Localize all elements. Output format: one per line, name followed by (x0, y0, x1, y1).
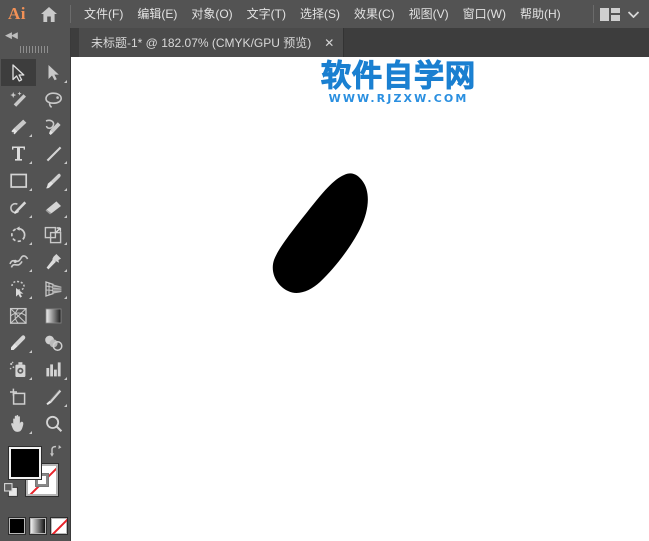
lasso-icon (45, 91, 63, 108)
paintbrush-icon (45, 173, 61, 188)
menu-effect[interactable]: 效果(C) (347, 0, 402, 28)
free-transform-tool[interactable] (36, 248, 71, 275)
tools-panel: ◀◀ (0, 28, 71, 541)
rotate-tool[interactable] (1, 221, 36, 248)
artboard-canvas[interactable]: 软件自学网 WWW.RJZXW.COM (71, 57, 649, 541)
magic-wand-tool[interactable] (1, 86, 36, 113)
fill-stroke-section (0, 443, 70, 515)
workspace-layout-icon (600, 7, 620, 21)
slice-tool[interactable] (36, 383, 71, 410)
menu-object[interactable]: 对象(O) (184, 0, 239, 28)
eraser-tool[interactable] (36, 194, 71, 221)
shape-builder-icon (10, 280, 25, 298)
zoom-tool[interactable] (36, 410, 71, 437)
watermark: 软件自学网 WWW.RJZXW.COM (321, 60, 476, 105)
menu-window[interactable]: 窗口(W) (456, 0, 513, 28)
menu-type[interactable]: 文字(T) (240, 0, 293, 28)
swap-arrow-icon[interactable] (49, 444, 62, 462)
gradient-tool[interactable] (36, 302, 71, 329)
color-mode-button[interactable] (8, 517, 26, 535)
app-logo: Ai (8, 4, 26, 23)
collapse-panel-icon[interactable]: ◀◀ (0, 28, 70, 42)
watermark-title: 软件自学网 (321, 59, 476, 94)
gradient-mode-button[interactable] (29, 517, 47, 535)
menu-help[interactable]: 帮助(H) (513, 0, 568, 28)
mesh-tool[interactable] (1, 302, 36, 329)
tool-grid (0, 59, 70, 437)
gradient-icon (45, 308, 62, 323)
bar-graph-icon (45, 362, 61, 377)
hand-icon (11, 414, 24, 432)
eyedropper-icon (10, 334, 25, 350)
menu-file[interactable]: 文件(F) (77, 0, 130, 28)
rectangle-icon (9, 173, 27, 188)
magic-wand-icon (9, 91, 26, 107)
width-warp-icon (8, 255, 28, 268)
paintbrush-tool[interactable] (36, 167, 71, 194)
symbol-sprayer-icon (9, 361, 26, 377)
mesh-icon (9, 307, 27, 324)
document-tab-bar: 未标题-1* @ 182.07% (CMYK/GPU 预览) ✕ (71, 28, 649, 57)
column-graph-tool[interactable] (36, 356, 71, 383)
pen-tool[interactable] (1, 113, 36, 140)
rectangle-tool[interactable] (1, 167, 36, 194)
illustrator-window: Ai 文件(F) 编辑(E) 对象(O) 文字(T) 选择(S) 效果(C) 视… (0, 0, 649, 541)
black-blob-path[interactable] (266, 157, 386, 307)
rotate-icon (10, 225, 25, 242)
workspace-switcher[interactable] (587, 0, 649, 28)
selection-tool[interactable] (1, 59, 36, 86)
blend-tool[interactable] (36, 329, 71, 356)
document-tab-title: 未标题-1* @ 182.07% (CMYK/GPU 预览) (91, 36, 312, 50)
pushpin-icon (46, 253, 61, 269)
menu-bar: Ai 文件(F) 编辑(E) 对象(O) 文字(T) 选择(S) 效果(C) 视… (0, 0, 649, 28)
workspace-divider (593, 5, 594, 23)
home-icon[interactable] (34, 0, 64, 28)
symbol-sprayer-tool[interactable] (1, 356, 36, 383)
shape-builder-tool[interactable] (1, 275, 36, 302)
menu-edit[interactable]: 编辑(E) (130, 0, 184, 28)
type-tool[interactable] (1, 140, 36, 167)
arrow-cursor-icon (12, 63, 25, 82)
menu-divider (70, 5, 71, 23)
type-t-icon (12, 146, 25, 161)
curvature-tool[interactable] (36, 113, 71, 140)
hand-tool[interactable] (1, 410, 36, 437)
none-mode-button[interactable] (50, 517, 68, 535)
lasso-tool[interactable] (36, 86, 71, 113)
perspective-grid-tool[interactable] (36, 275, 71, 302)
fill-swatch[interactable] (9, 447, 41, 479)
slice-knife-icon (46, 388, 62, 405)
scale-tool[interactable] (36, 221, 71, 248)
panel-grip[interactable] (0, 42, 70, 56)
curvature-pen-icon (45, 119, 61, 135)
width-tool[interactable] (1, 248, 36, 275)
artboard-tool[interactable] (1, 383, 36, 410)
document-tab[interactable]: 未标题-1* @ 182.07% (CMYK/GPU 预览) ✕ (79, 28, 345, 57)
scale-icon (44, 226, 62, 243)
eraser-icon (45, 201, 61, 215)
chevron-down-icon (628, 10, 639, 18)
artboard-icon (10, 388, 26, 405)
shaper-pencil-icon (10, 200, 27, 214)
line-segment-tool[interactable] (36, 140, 71, 167)
white-arrow-cursor-icon (48, 65, 59, 81)
menu-select[interactable]: 选择(S) (293, 0, 347, 28)
blend-icon (45, 335, 63, 351)
line-segment-icon (46, 146, 61, 161)
close-icon[interactable]: ✕ (324, 37, 334, 49)
eyedropper-tool[interactable] (1, 329, 36, 356)
shaper-tool[interactable] (1, 194, 36, 221)
color-mode-buttons (0, 517, 70, 535)
menu-view[interactable]: 视图(V) (402, 0, 456, 28)
default-fill-stroke-icon[interactable] (4, 483, 19, 503)
watermark-url: WWW.RJZXW.COM (328, 92, 469, 105)
direct-selection-tool[interactable] (36, 59, 71, 86)
pen-nib-icon (10, 119, 26, 134)
magnifier-icon (45, 415, 62, 432)
perspective-grid-icon (45, 280, 62, 297)
